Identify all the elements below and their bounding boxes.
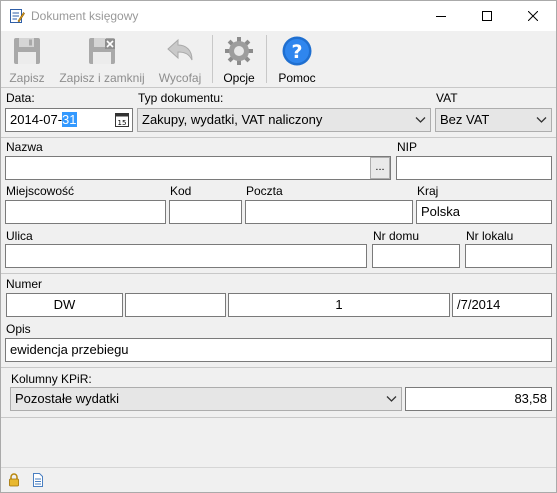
close-button[interactable]	[510, 1, 556, 31]
date-field[interactable]: 2014-07-31 15	[5, 108, 133, 132]
gear-icon	[225, 37, 253, 65]
number-label: Numer	[6, 277, 43, 291]
country-value: Polska	[421, 204, 461, 219]
description-field[interactable]: ewidencja przebiegu	[5, 338, 552, 362]
nip-label: NIP	[397, 140, 418, 154]
number-value: 1	[335, 297, 343, 312]
street-label: Ulica	[6, 229, 33, 243]
name-field[interactable]	[5, 156, 391, 180]
floppy-disk-close-icon	[89, 38, 115, 64]
description-label: Opis	[6, 322, 31, 336]
number-prefix-field[interactable]: DW	[6, 293, 123, 317]
country-field[interactable]: Polska	[416, 200, 552, 224]
date-selected-part: 31	[62, 112, 77, 127]
street-field[interactable]	[5, 244, 367, 268]
section-divider	[1, 417, 556, 418]
description-value: ewidencja przebiegu	[10, 342, 129, 357]
toolbar: Zapisz Zapisz i zamknij Wycofaj Opcje ? …	[1, 31, 556, 87]
title-bar: Dokument księgowy	[1, 1, 556, 31]
calendar-icon[interactable]: 15	[114, 112, 130, 128]
code-label: Kod	[170, 184, 192, 198]
section-divider	[1, 273, 556, 274]
postal-code-field[interactable]	[169, 200, 242, 224]
options-button[interactable]: Opcje	[218, 33, 260, 85]
number-part2-field[interactable]	[125, 293, 226, 317]
vat-label: VAT	[436, 91, 458, 105]
house-number-label: Nr domu	[373, 229, 420, 243]
vat-select[interactable]: Bez VAT	[435, 108, 552, 132]
options-label: Opcje	[223, 71, 255, 85]
minimize-button[interactable]	[418, 1, 464, 31]
chevron-down-icon	[415, 117, 426, 123]
doc-type-value: Zakupy, wydatki, VAT naliczony	[142, 112, 323, 127]
toolbar-divider	[1, 87, 556, 88]
minimize-icon	[436, 16, 446, 17]
number-suffix-value: /7/2014	[457, 297, 501, 312]
post-label: Poczta	[246, 184, 283, 198]
section-divider	[1, 367, 556, 368]
undo-arrow-icon	[167, 38, 193, 61]
help-label: Pomoc	[278, 71, 316, 85]
svg-text:?: ?	[291, 41, 302, 63]
kpir-column-value: Pozostałe wydatki	[15, 391, 120, 406]
vat-value: Bez VAT	[440, 112, 490, 127]
help-icon: ?	[282, 36, 312, 66]
date-value: 2014-07-	[10, 112, 63, 127]
date-label: Data:	[6, 91, 35, 105]
undo-button[interactable]: Wycofaj	[155, 33, 205, 85]
flat-number-field[interactable]	[465, 244, 552, 268]
flat-number-label: Nr lokalu	[466, 229, 514, 243]
name-lookup-button[interactable]: ...	[370, 157, 390, 179]
kpir-column-select[interactable]: Pozostałe wydatki	[10, 387, 402, 411]
close-icon	[528, 11, 538, 21]
chevron-down-icon	[386, 396, 397, 402]
save-and-close-button[interactable]: Zapisz i zamknij	[57, 33, 147, 85]
country-label: Kraj	[417, 184, 439, 198]
number-suffix-field[interactable]: /7/2014	[452, 293, 552, 317]
toolbar-separator	[266, 35, 267, 83]
save-label: Zapisz	[9, 71, 45, 85]
save-and-close-label: Zapisz i zamknij	[59, 71, 145, 85]
dialog-window: Dokument księgowy Zapisz Zapisz i zamkni…	[0, 0, 557, 493]
undo-label: Wycofaj	[158, 71, 202, 85]
city-field[interactable]	[5, 200, 166, 224]
status-bar	[1, 467, 556, 492]
post-office-field[interactable]	[245, 200, 413, 224]
maximize-icon	[482, 11, 492, 21]
amount-value: 83,58	[514, 391, 547, 406]
chevron-down-icon	[536, 117, 547, 123]
kpir-columns-label: Kolumny KPiR:	[11, 372, 92, 386]
city-label: Miejscowość	[6, 184, 75, 198]
number-value-field[interactable]: 1	[228, 293, 450, 317]
house-number-field[interactable]	[372, 244, 460, 268]
number-prefix-value: DW	[53, 297, 76, 312]
maximize-button[interactable]	[464, 1, 510, 31]
name-label: Nazwa	[6, 140, 43, 154]
svg-text:15: 15	[118, 119, 127, 127]
lock-icon[interactable]	[7, 473, 21, 487]
save-button[interactable]: Zapisz	[5, 33, 49, 85]
amount-field[interactable]: 83,58	[405, 387, 552, 411]
doc-type-select[interactable]: Zakupy, wydatki, VAT naliczony	[137, 108, 431, 132]
doc-type-label: Typ dokumentu:	[138, 91, 224, 105]
floppy-disk-icon	[14, 38, 40, 64]
section-divider	[1, 137, 556, 138]
document-form: Data: 2014-07-31 15 Typ dokumentu: Zakup…	[1, 87, 556, 467]
nip-field[interactable]	[396, 156, 552, 180]
window-title: Dokument księgowy	[31, 9, 139, 23]
help-button[interactable]: ? Pomoc	[273, 33, 321, 85]
toolbar-separator	[212, 35, 213, 83]
document-edit-icon	[10, 9, 25, 23]
document-icon[interactable]	[31, 473, 45, 487]
